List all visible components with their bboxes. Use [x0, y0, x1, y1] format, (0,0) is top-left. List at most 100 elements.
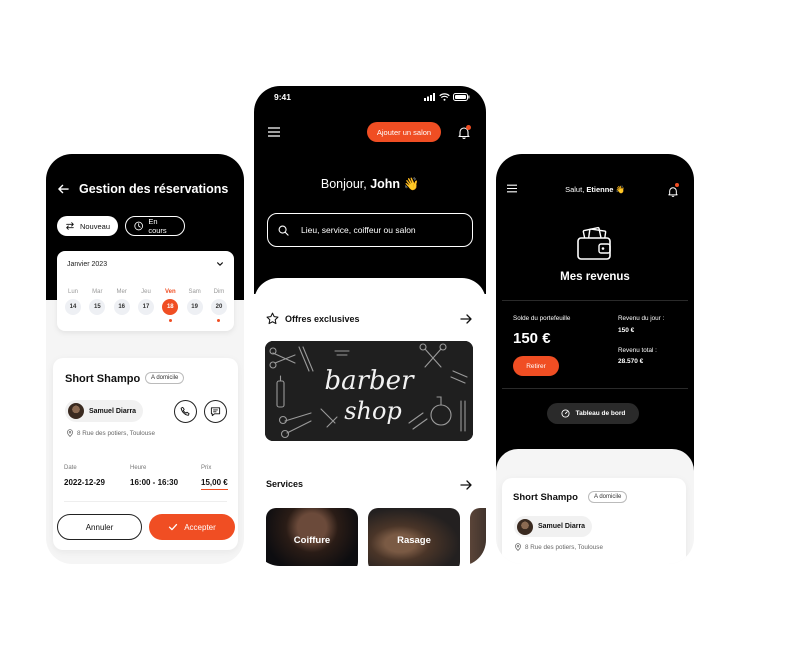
- greeting: Salut, Etienne 👋: [496, 185, 694, 194]
- wave-emoji: 👋: [403, 177, 420, 191]
- weekday-label: Dim: [213, 289, 225, 295]
- filter-chip-en-cours[interactable]: En cours: [125, 216, 185, 236]
- page-title: Gestion des réservations: [79, 182, 229, 196]
- star-icon: [266, 312, 279, 325]
- accept-label: Accepter: [184, 522, 216, 532]
- reservations-screen: Gestion des réservations Nouveau En cour…: [46, 154, 244, 564]
- menu-icon[interactable]: [268, 127, 280, 137]
- client-chip[interactable]: Samuel Diarra: [514, 516, 593, 537]
- revenue-title: Mes revenus: [560, 271, 630, 283]
- banner-word-barber: barber: [324, 366, 415, 396]
- withdraw-label: Retirer: [526, 362, 546, 370]
- service-card-partial[interactable]: [470, 508, 486, 566]
- service-card-coiffure[interactable]: Coiffure: [266, 508, 358, 566]
- day-number: 15: [89, 299, 106, 315]
- booking-service: Short Shampo: [65, 373, 141, 385]
- date-field: Date 2022-12-29: [64, 465, 105, 487]
- event-dot: [72, 319, 75, 322]
- booking-address: 8 Rue des potiers, Toulouse: [514, 543, 603, 551]
- add-salon-label: Ajouter un salon: [376, 127, 432, 137]
- barbershop-illustration: barber shop: [265, 341, 473, 441]
- check-icon: [169, 523, 178, 531]
- price-value: 15,00 €: [201, 478, 228, 490]
- weekday-label: Sam: [188, 289, 201, 295]
- chevron-down-icon[interactable]: [216, 260, 224, 268]
- day-number: 20: [210, 299, 227, 315]
- filter-chip-label: En cours: [148, 217, 167, 235]
- bell-icon: [668, 187, 678, 197]
- total-revenue-label: Revenu total :: [618, 347, 657, 354]
- back-arrow-icon[interactable]: [58, 184, 69, 194]
- revenue-header-bg: [496, 154, 694, 474]
- booking-card[interactable]: Short Shampo A domicile Samuel Diarra 8 …: [53, 358, 238, 550]
- calendar-day[interactable]: Sam 19: [185, 289, 205, 322]
- arrow-right-icon[interactable]: [460, 314, 472, 324]
- notification-button[interactable]: [668, 183, 679, 197]
- divider: [502, 388, 688, 389]
- wave-emoji: 👋: [615, 185, 625, 194]
- offer-banner[interactable]: barber shop: [265, 341, 473, 441]
- weekday-label: Mer: [116, 289, 127, 295]
- wifi-icon: [439, 93, 450, 101]
- filter-chip-nouveau[interactable]: Nouveau: [57, 216, 118, 236]
- client-chip[interactable]: Samuel Diarra: [65, 400, 144, 422]
- service-label: Rasage: [397, 534, 431, 546]
- calendar-day[interactable]: Ven 18: [160, 289, 180, 322]
- day-revenue-value: 150 €: [618, 327, 635, 334]
- day-revenue-label: Revenu du jour :: [618, 315, 665, 322]
- offers-title: Offres exclusives: [285, 313, 360, 324]
- day-number: 18: [162, 299, 179, 315]
- client-name: Samuel Diarra: [538, 523, 586, 530]
- calendar-day[interactable]: Mar 15: [87, 289, 107, 322]
- message-button[interactable]: [204, 400, 227, 423]
- divider: [64, 501, 227, 502]
- day-number: 14: [65, 299, 81, 315]
- search-input[interactable]: Lieu, service, coiffeur ou salon: [267, 213, 473, 247]
- withdraw-button[interactable]: Retirer: [513, 356, 559, 376]
- address-text: 8 Rue des potiers, Toulouse: [77, 429, 155, 437]
- dashboard-button[interactable]: Tableau de bord: [547, 403, 639, 424]
- reservations-header: Gestion des réservations: [58, 182, 228, 196]
- banner-word-shop: shop: [344, 397, 402, 425]
- day-number: 17: [137, 299, 154, 315]
- greeting: Bonjour, John 👋: [254, 177, 486, 192]
- booking-card[interactable]: Short Shampo A domicile Samuel Diarra 8 …: [502, 478, 686, 564]
- notification-button[interactable]: [458, 125, 471, 140]
- offers-header: Offres exclusives: [266, 312, 360, 325]
- accept-button[interactable]: Accepter: [149, 514, 235, 540]
- wallet-icon: [577, 226, 611, 260]
- calendar-day[interactable]: Mer 16: [112, 289, 132, 322]
- calendar-day[interactable]: Jeu 17: [136, 289, 156, 322]
- home-screen: 9:41 Ajouter un salon Bonjour, John 👋 Li…: [254, 86, 486, 566]
- event-dot: [217, 319, 221, 322]
- divider: [502, 300, 688, 301]
- phone-icon: [180, 406, 190, 416]
- day-number: 19: [186, 299, 203, 315]
- booking-badge: A domicile: [588, 491, 628, 503]
- clock-icon: [134, 221, 143, 231]
- arrow-right-icon[interactable]: [460, 480, 472, 490]
- calendar-day[interactable]: Lun 14: [63, 289, 83, 322]
- cancel-button[interactable]: Annuler: [57, 514, 142, 540]
- avatar: [68, 403, 84, 419]
- search-placeholder: Lieu, service, coiffeur ou salon: [301, 225, 416, 235]
- services-header: Services: [266, 479, 303, 489]
- status-icons: [424, 93, 470, 101]
- add-salon-button[interactable]: Ajouter un salon: [367, 122, 441, 142]
- client-name: Samuel Diarra: [89, 407, 137, 415]
- booking-badge: A domicile: [145, 372, 185, 384]
- weekday-label: Jeu: [141, 289, 151, 295]
- call-button[interactable]: [174, 400, 197, 423]
- event-dot: [168, 319, 172, 322]
- status-time: 9:41: [274, 92, 292, 102]
- service-card-rasage[interactable]: Rasage: [368, 508, 460, 566]
- event-dot: [193, 319, 196, 322]
- user-name: John: [370, 177, 401, 191]
- booking-service: Short Shampo: [513, 492, 578, 503]
- status-bar: 9:41: [274, 92, 470, 102]
- calendar-day[interactable]: Dim 20: [209, 289, 229, 322]
- service-label: Coiffure: [293, 534, 331, 546]
- calendar-week: Lun 14 Mar 15 Mer 16 Jeu 17 Ven 18 Sam 19 Dim 20: [63, 289, 229, 322]
- wallet-balance: 150 €: [513, 330, 551, 347]
- time-field: Heure 16:00 - 16:30: [130, 465, 178, 487]
